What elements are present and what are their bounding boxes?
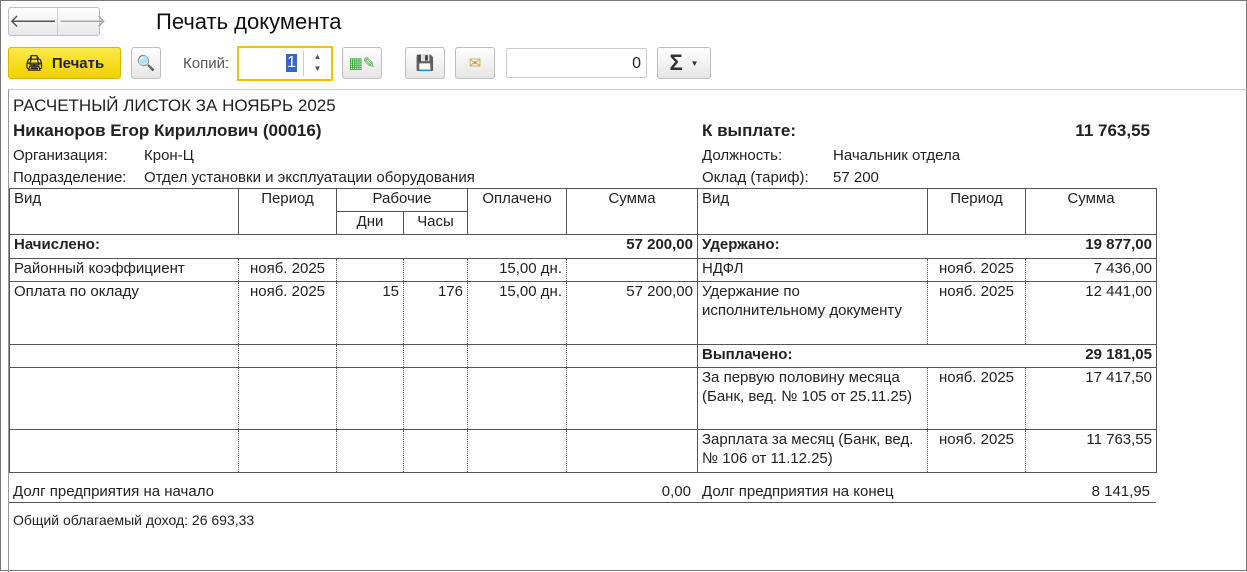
debt-end-label: Долг предприятия на конец <box>702 483 894 500</box>
col-paid: Оплачено <box>467 188 567 235</box>
accrual-hours <box>403 258 468 282</box>
table-row: Оплата по окладу нояб. 2025 15 176 15,00… <box>9 281 1157 345</box>
deduction-period: нояб. 2025 <box>927 258 1026 282</box>
accrued-total: 57 200,00 <box>566 234 698 259</box>
taxable-income: Общий облагаемый доход: 26 693,33 <box>13 512 255 528</box>
col-days: Дни <box>336 211 404 235</box>
divider <box>9 502 1156 503</box>
position-label: Должность: <box>702 147 783 164</box>
deduction-kind: Удержание по исполнительному документу <box>697 281 928 345</box>
position-value: Начальник отдела <box>833 147 961 164</box>
accrual-days: 15 <box>336 281 404 345</box>
accrual-sum: 57 200,00 <box>566 281 698 345</box>
chevron-down-icon: ▼ <box>690 58 699 68</box>
payout-sum: 11 763,55 <box>1025 429 1157 473</box>
col-sum: Сумма <box>566 188 698 235</box>
debt-start-label: Долг предприятия на начало <box>13 483 214 500</box>
copies-value: 1 <box>286 54 297 72</box>
col-kind: Вид <box>9 188 239 235</box>
copies-spinner[interactable]: ▲ ▼ <box>303 51 331 76</box>
edit-table-button[interactable]: ▦✎ <box>342 47 382 79</box>
pay-value: 11 763,55 <box>1075 121 1150 140</box>
copies-input[interactable]: 1 ▲ ▼ <box>237 46 333 81</box>
print-button[interactable]: 🖨 Печать <box>8 47 121 79</box>
deduction-sum: 7 436,00 <box>1025 258 1157 282</box>
accrual-period: нояб. 2025 <box>238 281 337 345</box>
org-value: Крон-Ц <box>144 147 194 164</box>
sum-dropdown-button[interactable]: Σ ▼ <box>657 47 711 79</box>
col-sum2: Сумма <box>1025 188 1157 235</box>
accrual-kind: Оплата по окладу <box>9 281 239 345</box>
save-button[interactable]: 💾 <box>405 47 445 79</box>
debt-start-value: 0,00 <box>661 483 691 500</box>
accrual-paid: 15,00 дн. <box>467 258 567 282</box>
email-button[interactable]: ✉ <box>455 47 495 79</box>
magnifier-icon: 🔍 <box>136 55 156 72</box>
payout-sum: 17 417,50 <box>1025 367 1157 430</box>
salary-label: Оклад (тариф): <box>702 169 809 186</box>
deduction-kind: НДФЛ <box>697 258 928 282</box>
page-title: Печать документа <box>156 9 342 34</box>
accrual-paid: 15,00 дн. <box>467 281 567 345</box>
accrued-label: Начислено: <box>9 234 567 259</box>
navigation-buttons: 🡐 🡒 <box>8 7 107 36</box>
withheld-label: Удержано: <box>697 234 1026 259</box>
table-row: Зарплата за месяц (Банк, вед. № 106 от 1… <box>9 429 1157 473</box>
dept-value: Отдел установки и эксплуатации оборудова… <box>144 169 475 186</box>
copies-label: Копий: <box>183 55 230 72</box>
col-period2: Период <box>927 188 1026 235</box>
col-kind2: Вид <box>697 188 928 235</box>
table-row: За первую половину месяца (Банк, вед. № … <box>9 367 1157 430</box>
payout-kind: Зарплата за месяц (Банк, вед. № 106 от 1… <box>697 429 928 473</box>
preview-button[interactable]: 🔍 <box>131 47 161 79</box>
accrual-kind: Районный коэффициент <box>9 258 239 282</box>
salary-value: 57 200 <box>833 169 879 186</box>
deduction-sum: 12 441,00 <box>1025 281 1157 345</box>
col-work: Рабочие <box>336 188 468 212</box>
paid-total: 29 181,05 <box>1025 344 1157 368</box>
table-row: Выплачено: 29 181,05 <box>9 344 1157 368</box>
col-hours: Часы <box>403 211 468 235</box>
table-pencil-icon: ▦✎ <box>348 55 376 72</box>
table-row: Районный коэффициент нояб. 2025 15,00 дн… <box>9 258 1157 282</box>
accrual-period: нояб. 2025 <box>238 258 337 282</box>
deduction-period: нояб. 2025 <box>927 281 1026 345</box>
payout-kind: За первую половину месяца (Банк, вед. № … <box>697 367 928 430</box>
accrual-sum <box>566 258 698 282</box>
forward-arrow-icon[interactable]: 🡒 <box>57 8 107 35</box>
paid-label: Выплачено: <box>697 344 1026 368</box>
accrual-days <box>336 258 404 282</box>
accrual-hours: 176 <box>403 281 468 345</box>
sum-field: 0 <box>506 48 647 78</box>
org-label: Организация: <box>13 147 108 164</box>
print-label: Печать <box>51 54 105 72</box>
payout-period: нояб. 2025 <box>927 429 1026 473</box>
sheet-heading: РАСЧЕТНЫЙ ЛИСТОК ЗА НОЯБРЬ 2025 <box>13 96 336 115</box>
envelope-icon: ✉ <box>468 55 482 72</box>
withheld-total: 19 877,00 <box>1025 234 1157 259</box>
payslip-table: Вид Период Рабочие Оплачено Сумма Вид Пе… <box>9 188 1157 473</box>
pay-label: К выплате: <box>702 121 797 140</box>
col-period: Период <box>238 188 337 235</box>
debt-end-value: 8 141,95 <box>1091 483 1150 500</box>
printer-icon: 🖨 <box>24 55 44 72</box>
floppy-icon: 💾 <box>415 55 435 72</box>
payout-period: нояб. 2025 <box>927 367 1026 430</box>
sigma-icon: Σ <box>669 50 683 75</box>
employee-name: Никаноров Егор Кириллович (00016) <box>13 121 322 140</box>
back-arrow-icon[interactable]: 🡐 <box>9 8 57 35</box>
dept-label: Подразделение: <box>13 169 127 186</box>
